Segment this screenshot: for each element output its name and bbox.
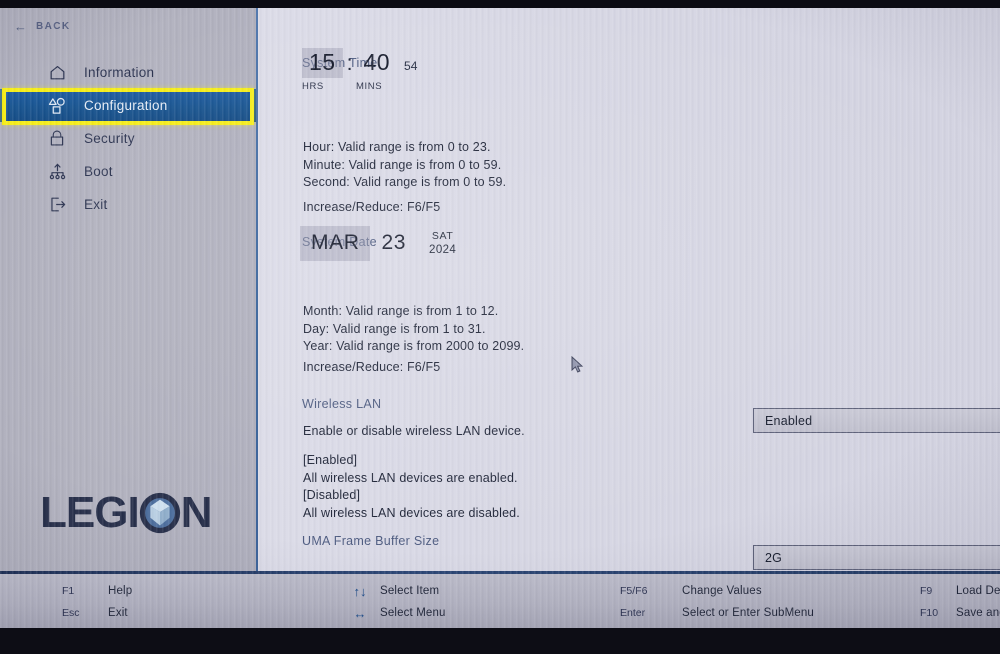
footer-key-label: F9 xyxy=(920,585,933,597)
footer-column-selection-keys: ↑↓ Select Item ↔ Select Menu xyxy=(340,580,446,624)
footer-hint[interactable]: F9 Load Defau xyxy=(920,580,1000,602)
sidebar-divider xyxy=(256,8,258,571)
footer-column-save-keys: F9 Load Defau F10 Save and E xyxy=(920,580,1000,624)
sidebar-item-label: Boot xyxy=(84,164,113,179)
sidebar-nav: Information Configuration Security Boot … xyxy=(0,56,258,221)
footer-action-label: Save and E xyxy=(956,607,1000,619)
footer-key-label: Enter xyxy=(620,607,646,619)
back-button[interactable]: ← BACK xyxy=(14,20,71,33)
back-button-label: BACK xyxy=(36,21,71,32)
arrow-left-icon: ← xyxy=(14,19,27,34)
legion-logo: LEGI N xyxy=(40,488,213,537)
footer-hint[interactable]: ↔ Select Menu xyxy=(340,602,446,624)
exit-icon xyxy=(44,193,70,217)
system-date-help-text: Month: Valid range is from 1 to 12. Day:… xyxy=(303,304,525,353)
time-seconds-field[interactable]: 54 xyxy=(404,59,417,73)
footer-hint[interactable]: Enter Select or Enter SubMenu xyxy=(620,602,814,624)
footer-key-label: F5/F6 xyxy=(620,585,648,597)
uma-frame-buffer-title: UMA Frame Buffer Size xyxy=(302,534,440,548)
date-weekday-year[interactable]: SAT 2024 xyxy=(429,230,456,258)
footer-action-label: Help xyxy=(108,585,133,597)
wireless-lan-value-dropdown[interactable]: Enabled xyxy=(753,408,1000,433)
time-minutes-unit-label: MINS xyxy=(356,81,383,92)
footer-action-label: Select Item xyxy=(380,585,440,597)
footer-hint[interactable]: ↑↓ Select Item xyxy=(340,580,446,602)
arrow-up-down-icon: ↑↓ xyxy=(353,583,367,599)
sidebar-item-label: Security xyxy=(84,131,135,146)
footer-action-label: Select Menu xyxy=(380,607,446,619)
configuration-panel: System Time 15 : 40 54 HRS MINS Hour: Va… xyxy=(258,8,1000,571)
mouse-cursor xyxy=(571,355,584,379)
footer-action-label: Exit xyxy=(108,607,128,619)
time-separator: : xyxy=(346,52,353,75)
lock-icon xyxy=(44,127,70,151)
system-date-shortcut-text: Increase/Reduce: F6/F5 xyxy=(303,360,441,374)
sidebar: ← BACK Information Configuration Securit… xyxy=(0,8,258,628)
time-hours-unit-label: HRS xyxy=(302,81,324,92)
bios-setup-utility: ← BACK Information Configuration Securit… xyxy=(0,8,1000,628)
footer-hint[interactable]: Esc Exit xyxy=(62,602,132,624)
footer-action-label: Select or Enter SubMenu xyxy=(682,607,814,619)
date-weekday-label: SAT xyxy=(431,229,454,242)
time-minutes-field[interactable]: 40 xyxy=(356,48,397,78)
arrow-left-right-icon: ↔ xyxy=(353,605,367,621)
sidebar-item-exit[interactable]: Exit xyxy=(0,188,258,221)
footer-hint[interactable]: F10 Save and E xyxy=(920,602,1000,624)
screen-bezel-top xyxy=(0,0,1000,8)
wireless-lan-description: Enable or disable wireless LAN device. xyxy=(303,424,525,438)
footer-key-label: Esc xyxy=(62,607,80,619)
wireless-lan-help-text: [Enabled] All wireless LAN devices are e… xyxy=(303,453,520,520)
footer-column-navigation-keys: F1 Help Esc Exit xyxy=(62,580,132,624)
footer-help-bar: F1 Help Esc Exit ↑↓ Select Item ↔ Select… xyxy=(0,574,1000,628)
sidebar-item-label: Exit xyxy=(84,197,108,212)
footer-hint[interactable]: F5/F6 Change Values xyxy=(620,580,814,602)
time-hours-field[interactable]: 15 xyxy=(302,48,343,78)
legion-wordmark-left: LEGI xyxy=(40,488,140,537)
system-date-field[interactable]: MAR 23 SAT 2024 xyxy=(300,226,456,261)
footer-action-label: Change Values xyxy=(682,585,762,597)
system-time-help-text: Hour: Valid range is from 0 to 23. Minut… xyxy=(303,140,507,189)
date-month-field[interactable]: MAR xyxy=(300,226,371,261)
sidebar-item-information[interactable]: Information xyxy=(0,56,258,89)
legion-o-emblem-icon xyxy=(137,490,183,536)
footer-divider xyxy=(0,571,1000,574)
wireless-lan-title: Wireless LAN xyxy=(302,397,382,411)
footer-action-label: Load Defau xyxy=(956,585,1000,597)
screen-bezel-bottom xyxy=(0,628,1000,654)
footer-key-label: F10 xyxy=(920,607,939,619)
system-time-shortcut-text: Increase/Reduce: F6/F5 xyxy=(303,200,441,214)
focus-highlight-ring xyxy=(2,88,254,125)
footer-hint[interactable]: F1 Help xyxy=(62,580,132,602)
bios-screen-photo: ← BACK Information Configuration Securit… xyxy=(0,0,1000,654)
footer-column-value-keys: F5/F6 Change Values Enter Select or Ente… xyxy=(620,580,814,624)
legion-wordmark-right: N xyxy=(180,488,213,537)
uma-frame-buffer-value-dropdown[interactable]: 2G xyxy=(753,545,1000,570)
date-year-field[interactable]: 2024 xyxy=(429,243,456,257)
sidebar-item-label: Information xyxy=(84,65,155,80)
footer-key-label: F1 xyxy=(62,585,75,597)
home-icon xyxy=(44,61,70,85)
date-day-field[interactable]: 23 xyxy=(370,226,417,261)
sidebar-item-security[interactable]: Security xyxy=(0,122,258,155)
system-time-field[interactable]: 15 : 40 54 HRS MINS xyxy=(302,48,417,92)
boot-order-icon xyxy=(44,160,70,184)
sidebar-item-boot[interactable]: Boot xyxy=(0,155,258,188)
